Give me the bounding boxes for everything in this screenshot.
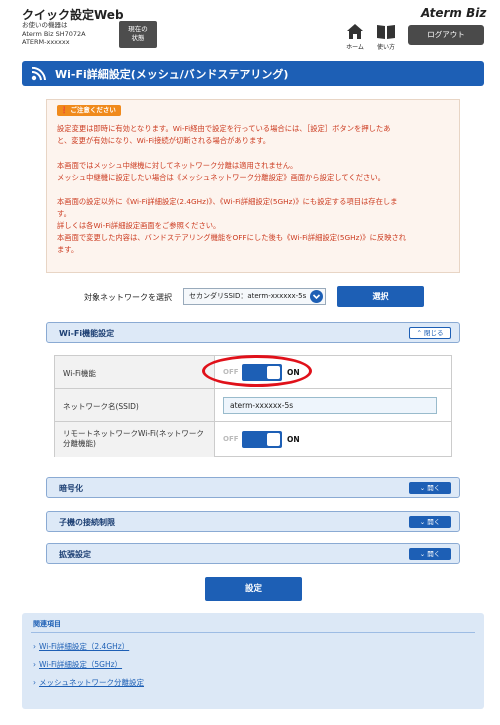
network-select-label: 対象ネットワークを選択 <box>84 293 172 302</box>
notice-line: 本画面で変更した内容は、バンドステアリング機能をOFFにした後も《Wi-Fi詳細… <box>57 233 407 242</box>
manual-label: 使い方 <box>376 44 395 51</box>
expand-label: 開く <box>427 518 441 526</box>
client-limit-section-header[interactable]: 子機の接続制限 ⌄ 開く <box>46 511 460 532</box>
current-status-button[interactable]: 現在の 状態 <box>119 21 157 48</box>
expand-button[interactable]: ⌄ 開く <box>409 516 451 528</box>
home-button[interactable]: ホーム <box>344 24 366 52</box>
toggle-track <box>242 431 282 448</box>
notice-line: 詳しくは各Wi-Fi詳細設定画面をご参照ください。 <box>57 221 221 230</box>
chevron-down-icon <box>310 290 323 303</box>
aterm-biz-logo: Aterm Biz <box>421 6 487 20</box>
book-icon <box>377 25 395 39</box>
wifi-settings-section-header[interactable]: Wi-Fi機能設定 ⌃ 閉じる <box>46 322 460 343</box>
section-title: 拡張設定 <box>59 550 91 559</box>
expand-label: 開く <box>427 550 441 558</box>
remote-network-row: リモートネットワークWi-Fi(ネットワーク分離機能) OFF ON <box>55 422 451 457</box>
off-label: OFF <box>223 435 239 443</box>
toggle-knob <box>267 433 280 446</box>
notice-line: と、変更が有効になり、Wi-Fi接続が切断される場合があります。 <box>57 136 271 145</box>
exclamation-icon: ❗ <box>60 106 69 114</box>
manual-button[interactable]: 使い方 <box>374 24 398 52</box>
header: クイック設定Web お使いの機器は Aterm Biz SH7072A ATER… <box>0 0 500 58</box>
save-button[interactable]: 設定 <box>205 577 302 601</box>
ssid-row: ネットワーク名(SSID) aterm-xxxxxx-5s <box>55 389 451 422</box>
row-value: OFF ON <box>215 422 451 457</box>
row-label: リモートネットワークWi-Fi(ネットワーク分離機能) <box>55 422 215 457</box>
caution-label: ご注意ください <box>70 106 116 114</box>
select-network-button[interactable]: 選択 <box>337 286 424 307</box>
row-label: Wi-Fi機能 <box>55 356 215 388</box>
highlight-ellipse <box>202 355 312 387</box>
logout-button[interactable]: ログアウト <box>408 25 484 45</box>
notice-box: ❗ ご注意ください 設定変更は即時に有効となります。Wi-Fi経由で設定を行って… <box>46 99 460 273</box>
expand-button[interactable]: ⌄ 開く <box>409 482 451 494</box>
collapse-button[interactable]: ⌃ 閉じる <box>409 327 451 339</box>
notice-line: メッシュ中継機に設定したい場合は《メッシュネットワーク分離設定》画面から設定して… <box>57 173 385 182</box>
network-select-dropdown[interactable]: セカンダリSSID：aterm-xxxxxx-5s <box>183 288 326 305</box>
notice-line: 本画面の設定以外に《Wi-Fi詳細設定(2.4GHz)》、《Wi-Fi詳細設定(… <box>57 197 398 206</box>
notice-paragraph-3: 本画面の設定以外に《Wi-Fi詳細設定(2.4GHz)》、《Wi-Fi詳細設定(… <box>57 196 453 256</box>
notice-line: ます。 <box>57 245 79 254</box>
home-icon <box>347 24 363 39</box>
notice-paragraph-2: 本画面ではメッシュ中継機に対してネットワーク分離は適用されません。 メッシュ中継… <box>57 160 453 184</box>
expand-label: 開く <box>427 484 441 492</box>
network-select-value: セカンダリSSID：aterm-xxxxxx-5s <box>189 292 307 300</box>
link-wifi-2-4ghz[interactable]: Wi-Fi詳細設定（2.4GHz） <box>33 641 129 652</box>
status-button-line1: 現在の <box>128 25 148 33</box>
home-label: ホーム <box>346 44 364 51</box>
chevron-down-icon: ⌄ <box>419 518 426 526</box>
notice-line: 設定変更は即時に有効となります。Wi-Fi経由で設定を行っている場合には、［設定… <box>57 124 391 133</box>
device-info-line: お使いの機器は <box>22 21 68 29</box>
row-label: ネットワーク名(SSID) <box>55 389 215 421</box>
link-mesh-network-isolation[interactable]: メッシュネットワーク分離設定 <box>33 677 144 688</box>
status-button-line2: 状態 <box>131 34 145 42</box>
encryption-section-header[interactable]: 暗号化 ⌄ 開く <box>46 477 460 498</box>
notice-paragraph-1: 設定変更は即時に有効となります。Wi-Fi経由で設定を行っている場合には、［設定… <box>57 123 453 147</box>
wifi-icon <box>31 67 46 81</box>
link-wifi-5ghz[interactable]: Wi-Fi詳細設定（5GHz） <box>33 659 122 670</box>
chevron-down-icon: ⌄ <box>419 550 426 558</box>
caution-badge: ❗ ご注意ください <box>57 105 121 116</box>
section-title: 暗号化 <box>59 484 83 493</box>
device-name: ATERM-xxxxxx <box>22 38 70 46</box>
related-items-panel: 関連項目 Wi-Fi詳細設定（2.4GHz） Wi-Fi詳細設定（5GHz） メ… <box>22 613 484 709</box>
ssid-input[interactable]: aterm-xxxxxx-5s <box>223 397 437 414</box>
chevron-down-icon: ⌄ <box>419 484 426 492</box>
section-title: Wi-Fi機能設定 <box>59 329 115 338</box>
section-title: 子機の接続制限 <box>59 518 115 527</box>
chevron-up-icon: ⌃ <box>416 329 422 337</box>
remote-network-toggle[interactable]: OFF ON <box>223 431 309 448</box>
collapse-label: 閉じる <box>424 329 444 337</box>
related-title: 関連項目 <box>33 620 61 628</box>
on-label: ON <box>287 435 300 444</box>
advanced-section-header[interactable]: 拡張設定 ⌄ 開く <box>46 543 460 564</box>
device-model: Aterm Biz SH7072A <box>22 29 86 38</box>
device-info: お使いの機器は Aterm Biz SH7072A ATERM-xxxxxx <box>22 21 86 47</box>
expand-button[interactable]: ⌄ 開く <box>409 548 451 560</box>
page-title-bar: Wi-Fi詳細設定(メッシュ/バンドステアリング) <box>22 61 484 86</box>
notice-line: 本画面ではメッシュ中継機に対してネットワーク分離は適用されません。 <box>57 161 298 170</box>
notice-line: す。 <box>57 209 71 218</box>
page-title: Wi-Fi詳細設定(メッシュ/バンドステアリング) <box>55 68 289 81</box>
row-value: aterm-xxxxxx-5s <box>215 389 451 421</box>
divider <box>31 632 475 633</box>
